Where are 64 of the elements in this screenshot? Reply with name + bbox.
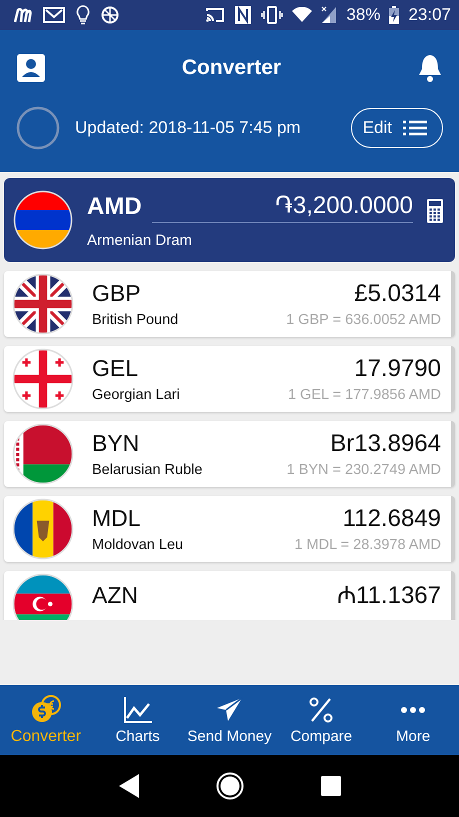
currency-row[interactable]: AZN ₼11.1367 [4, 571, 455, 620]
battery-percent: 38% [346, 5, 380, 25]
currency-name: Georgian Lari [92, 387, 180, 403]
list-icon [402, 120, 428, 136]
notifications-button[interactable] [416, 53, 443, 83]
converted-amount: £5.0314 [354, 280, 441, 308]
currency-row[interactable]: GEL 17.9790 Georgian Lari 1 GEL = 177.9856 AMD [4, 346, 455, 412]
more-icon [401, 706, 426, 712]
percent-icon [308, 696, 334, 724]
calculator-icon[interactable] [427, 199, 443, 223]
mail-icon [43, 7, 65, 23]
flag-icon [12, 423, 74, 485]
globe-icon [101, 6, 119, 24]
screen-title: Converter [182, 56, 282, 80]
currency-row[interactable]: BYN Br13.8964 Belarusian Ruble 1 BYN = 230.2749 AMD [4, 421, 455, 487]
exchange-rate: 1 GEL = 177.9856 AMD [288, 387, 441, 403]
updated-timestamp: Updated: 2018-11-05 7:45 pm [75, 118, 302, 138]
battery-icon [389, 6, 400, 24]
nav-tab[interactable]: Send Money [184, 685, 276, 755]
flag-icon [12, 348, 74, 410]
currency-code: BYN [92, 430, 140, 457]
app-logo-icon [14, 7, 32, 23]
converted-amount: ₼11.1367 [337, 581, 441, 610]
home-icon[interactable] [216, 772, 244, 800]
currency-name: Moldovan Leu [92, 537, 184, 553]
profile-button[interactable] [16, 53, 46, 83]
edit-button[interactable]: Edit [350, 108, 443, 148]
currency-code: AMD [87, 193, 142, 221]
vibrate-icon [261, 6, 284, 24]
currency-name: Armenian Dram [87, 232, 194, 248]
flag-icon [12, 573, 74, 620]
flag-icon [13, 190, 73, 250]
amount-input[interactable]: ֏3,200.0000 [152, 192, 413, 222]
currency-code: AZN [92, 582, 138, 609]
loading-spinner [16, 106, 60, 150]
flag-icon [12, 498, 74, 560]
exchange-rate: 1 GBP = 636.0052 AMD [286, 312, 441, 328]
cast-icon [205, 7, 226, 23]
nav-tab[interactable]: Compare [275, 685, 368, 755]
nfc-icon [234, 5, 252, 25]
base-currency-card[interactable]: AMD ֏3,200.0000 Armenian Dram [4, 178, 455, 262]
back-icon[interactable] [118, 773, 140, 799]
currency-name: Belarusian Ruble [92, 462, 202, 478]
converted-amount: 112.6849 [342, 505, 441, 533]
currency-name: British Pound [92, 312, 178, 328]
converted-amount: Br13.8964 [330, 430, 441, 458]
exchange-rate: 1 MDL = 28.3978 AMD [294, 537, 441, 553]
currency-row[interactable]: MDL 112.6849 Moldovan Leu 1 MDL = 28.3978 AMD [4, 496, 455, 562]
nav-tab[interactable]: Charts [92, 685, 184, 755]
lightbulb-icon [76, 5, 90, 25]
line-chart-icon [122, 696, 153, 724]
currency-row[interactable]: GBP £5.0314 British Pound 1 GBP = 636.0052 AMD [4, 271, 455, 337]
currency-code: GBP [92, 280, 141, 307]
paper-plane-icon [215, 696, 244, 724]
nav-tab[interactable]: More [367, 685, 459, 755]
clock-time: 23:07 [408, 5, 451, 25]
currency-code: MDL [92, 505, 141, 532]
nav-tab[interactable]: Converter [0, 685, 92, 755]
exchange-rate: 1 BYN = 230.2749 AMD [286, 462, 441, 478]
recents-icon[interactable] [320, 776, 341, 796]
converted-amount: 17.9790 [354, 355, 441, 383]
wifi-icon [292, 7, 312, 23]
signal-icon [321, 6, 338, 24]
currency-code: GEL [92, 355, 138, 382]
